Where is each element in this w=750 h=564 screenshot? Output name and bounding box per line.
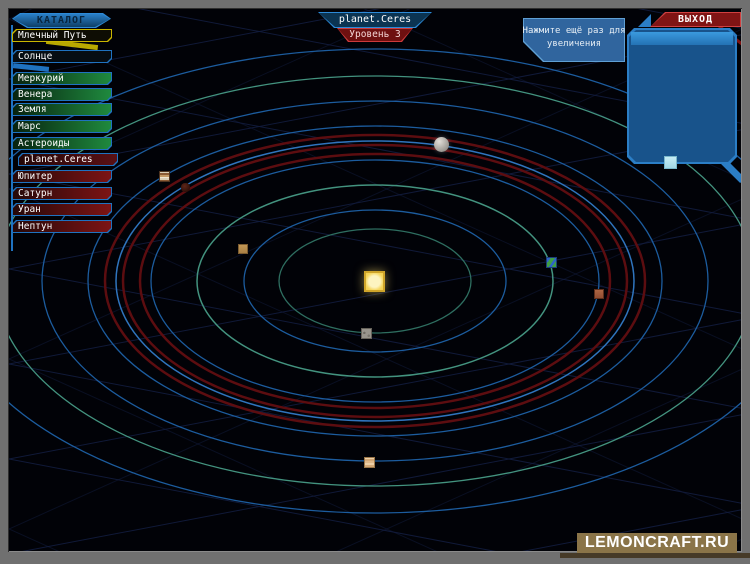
sidebar-item-label: Венера	[12, 90, 52, 100]
sidebar-item-asteroids[interactable]: Астероиды	[12, 137, 112, 150]
sidebar-item-label: Уран	[12, 205, 41, 215]
body-asteroids[interactable]	[181, 183, 190, 192]
map-screen: КАТАЛОГ Млечный Путь Солнце Меркурий Венера…	[9, 9, 741, 551]
grid-line	[9, 320, 741, 459]
panel-handle[interactable]	[664, 156, 677, 169]
sidebar-item-label: Юпитер	[12, 172, 52, 182]
grid-line	[9, 225, 741, 364]
watermark-badge: LEMONCRAFT.RU	[577, 533, 737, 553]
body-venus[interactable]	[238, 244, 248, 254]
body-sun[interactable]	[364, 271, 385, 292]
window-frame: КАТАЛОГ Млечный Путь Солнце Меркурий Венера…	[0, 0, 750, 564]
sidebar-item-label: Астероиды	[12, 139, 69, 149]
body-mars[interactable]	[594, 289, 604, 299]
sidebar-item-label: Нептун	[12, 222, 52, 232]
grid-line	[9, 359, 741, 551]
catalog-header-label: КАТАЛОГ	[37, 16, 86, 26]
grid-line	[9, 174, 741, 313]
body-earth[interactable]	[546, 257, 557, 268]
sidebar-item-label: Млечный Путь	[12, 31, 87, 41]
tier-label: Уровень 3	[349, 30, 400, 40]
sidebar-item-mercury[interactable]: Меркурий	[12, 72, 112, 85]
sidebar-item-saturn[interactable]: Сатурн	[12, 187, 112, 200]
moon-list-panel	[627, 28, 737, 164]
sidebar-item-jupiter[interactable]: Юпитер	[12, 170, 112, 183]
sidebar-item-sun[interactable]: Солнце	[12, 50, 112, 63]
sidebar-item-earth[interactable]: Земля	[12, 103, 112, 116]
sidebar-item-ceres[interactable]: planet.Ceres	[18, 153, 118, 166]
grid-line	[9, 200, 741, 529]
exit-button[interactable]: ВЫХОД	[650, 12, 741, 27]
zoom-hint-line2: увеличения	[547, 38, 601, 51]
body-saturn[interactable]	[364, 457, 375, 468]
moon-list-panel-header	[631, 32, 733, 45]
sidebar-item-label: Солнце	[12, 52, 52, 62]
catalog-header: КАТАЛОГ	[12, 13, 111, 28]
exit-button-label: ВЫХОД	[678, 15, 713, 25]
body-ceres[interactable]	[434, 137, 449, 152]
sidebar-item-neptune[interactable]: Нептун	[12, 220, 112, 233]
selected-body-banner: planet.Ceres	[318, 12, 432, 28]
body-mercury[interactable]	[361, 328, 372, 339]
body-jupiter[interactable]	[159, 171, 170, 182]
sidebar-item-label: Меркурий	[12, 74, 64, 84]
sidebar-item-milky-way[interactable]: Млечный Путь	[12, 29, 112, 42]
grid-line	[9, 189, 741, 518]
tier-banner: Уровень 3	[335, 28, 415, 42]
sidebar-item-label: Земля	[12, 105, 47, 115]
sidebar-item-mars[interactable]: Марс	[12, 120, 112, 133]
sidebar-item-label: planet.Ceres	[18, 155, 93, 165]
watermark-strip	[560, 553, 750, 558]
sidebar-item-label: Марс	[12, 122, 41, 132]
zoom-hint-line1: Нажмите ещё раз для	[523, 25, 626, 38]
sidebar-item-venus[interactable]: Венера	[12, 88, 112, 101]
sidebar-item-label: Сатурн	[12, 189, 52, 199]
zoom-hint-tooltip: Нажмите ещё раз для увеличения	[523, 18, 625, 62]
watermark-text: LEMONCRAFT.RU	[585, 534, 729, 552]
selected-body-name: planet.Ceres	[339, 15, 411, 25]
sidebar-item-uranus[interactable]: Уран	[12, 203, 112, 216]
grid-line	[9, 364, 741, 503]
